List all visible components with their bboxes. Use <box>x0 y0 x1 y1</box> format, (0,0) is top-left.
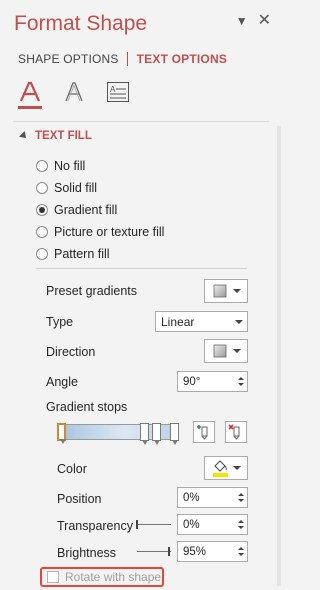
gradient-stop-handle[interactable] <box>57 423 66 444</box>
brightness-label: Brightness <box>57 546 117 560</box>
type-dropdown[interactable]: Linear <box>155 311 248 332</box>
radio-button[interactable] <box>36 160 48 172</box>
chevron-down-icon <box>235 319 243 324</box>
svg-text:A: A <box>110 85 116 94</box>
close-icon[interactable]: ✕ <box>258 13 271 29</box>
transparency-spinner[interactable]: 0% <box>177 514 248 535</box>
spin-arrows-icon[interactable] <box>235 520 247 529</box>
radio-button[interactable] <box>36 226 48 238</box>
separator <box>36 268 247 269</box>
transparency-value: 0% <box>183 518 200 531</box>
position-label: Position <box>57 492 102 506</box>
radio-label: Picture or texture fill <box>54 225 165 239</box>
text-fill-outline-icon[interactable] <box>16 78 44 109</box>
spin-arrows-icon[interactable] <box>235 547 247 556</box>
brightness-spinner[interactable]: 95% <box>177 541 248 562</box>
pane-title: Format Shape <box>14 12 148 35</box>
tab-strip: SHAPE OPTIONS TEXT OPTIONS <box>18 52 227 66</box>
radio-label: Gradient fill <box>54 203 118 217</box>
radio-picture-texture-fill[interactable]: Picture or texture fill <box>36 225 164 239</box>
remove-stop-icon <box>228 424 240 440</box>
brightness-value: 95% <box>183 545 207 558</box>
color-label: Color <box>57 462 87 476</box>
radio-label: Solid fill <box>54 181 98 195</box>
color-picker-button[interactable] <box>204 456 248 480</box>
gradient-stop-handle[interactable] <box>170 423 179 445</box>
text-fill-section-header[interactable]: TEXT FILL <box>19 130 92 142</box>
radio-gradient-fill[interactable]: Gradient fill <box>36 203 117 217</box>
spin-arrows-icon[interactable] <box>235 377 247 386</box>
rotate-with-shape-label: Rotate with shape <box>65 570 162 584</box>
angle-label: Angle <box>46 375 78 389</box>
brightness-slider-track[interactable] <box>137 551 171 552</box>
brightness-slider-thumb[interactable] <box>168 547 170 556</box>
collapse-triangle-icon <box>19 131 29 141</box>
position-value: 0% <box>183 491 200 504</box>
text-effects-icon[interactable] <box>60 78 88 106</box>
divider <box>13 121 269 122</box>
radio-button[interactable] <box>36 248 48 260</box>
transparency-slider-thumb[interactable] <box>136 520 138 529</box>
type-value: Linear <box>161 314 195 329</box>
type-label: Type <box>46 315 74 329</box>
radio-label: Pattern fill <box>54 247 110 261</box>
tab-text-options[interactable]: TEXT OPTIONS <box>126 52 227 66</box>
gradient-stops-label: Gradient stops <box>46 400 128 414</box>
triangle-down-icon[interactable]: ▼ <box>236 14 248 28</box>
tab-shape-options[interactable]: SHAPE OPTIONS <box>18 52 119 66</box>
gradient-stop-handle[interactable] <box>152 423 161 445</box>
radio-solid-fill[interactable]: Solid fill <box>36 181 97 195</box>
radio-pattern-fill[interactable]: Pattern fill <box>36 247 110 261</box>
chevron-down-icon <box>233 466 241 470</box>
textbox-icon[interactable]: A <box>104 78 132 106</box>
angle-value: 90° <box>183 375 201 388</box>
paint-bucket-icon <box>213 460 228 477</box>
pane-controls: ▼ ✕ <box>236 13 271 29</box>
chevron-down-icon <box>233 349 241 353</box>
gradient-stop-handle[interactable] <box>140 423 149 445</box>
scrollbar[interactable] <box>277 126 281 586</box>
checkbox[interactable] <box>47 571 59 583</box>
direction-label: Direction <box>46 345 96 359</box>
preset-gradients-button[interactable] <box>204 279 248 303</box>
spin-arrows-icon[interactable] <box>235 493 247 502</box>
preset-gradients-label: Preset gradients <box>46 284 138 298</box>
add-stop-icon <box>197 425 208 440</box>
chevron-down-icon <box>233 289 241 293</box>
radio-button-selected[interactable] <box>36 204 48 216</box>
position-spinner[interactable]: 0% <box>177 487 248 508</box>
section-title: TEXT FILL <box>35 130 92 142</box>
rotate-with-shape-checkbox[interactable]: Rotate with shape <box>40 567 164 587</box>
remove-gradient-stop-button[interactable] <box>225 421 247 443</box>
angle-spinner[interactable]: 90° <box>177 371 248 392</box>
add-gradient-stop-button[interactable] <box>193 421 215 443</box>
radio-no-fill[interactable]: No fill <box>36 159 85 173</box>
radio-button[interactable] <box>36 182 48 194</box>
category-icons: A <box>16 78 132 109</box>
direction-swatch-icon <box>213 344 227 358</box>
gradient-swatch-icon <box>213 284 227 298</box>
transparency-slider-track[interactable] <box>137 524 171 525</box>
radio-label: No fill <box>54 159 86 173</box>
transparency-label: Transparency <box>57 519 133 533</box>
direction-button[interactable] <box>204 339 248 363</box>
